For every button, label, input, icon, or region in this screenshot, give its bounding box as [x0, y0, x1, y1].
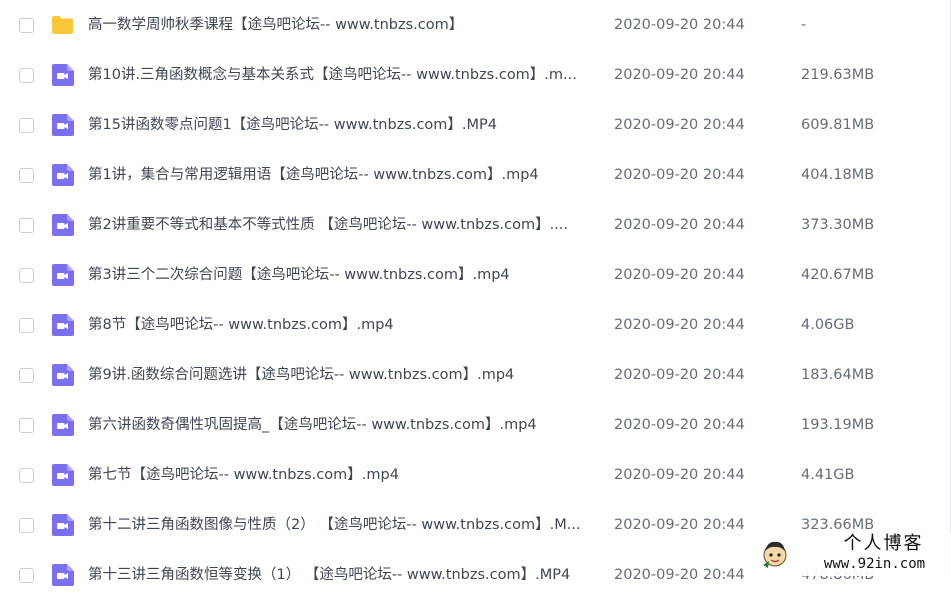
row-checkbox[interactable]	[19, 218, 34, 233]
file-name[interactable]: 第六讲函数奇偶性巩固提高_【途鸟吧论坛-- www.tnbzs.com】.mp4	[88, 415, 593, 435]
cartoon-face-icon	[763, 541, 787, 568]
file-name[interactable]: 第七节【途鸟吧论坛-- www.tnbzs.com】.mp4	[88, 465, 593, 485]
file-row[interactable]: 第2讲重要不等式和基本不等式性质 【途鸟吧论坛-- www.tnbzs.com】…	[0, 200, 951, 250]
file-row[interactable]: 第15讲函数零点问题1【途鸟吧论坛-- www.tnbzs.com】.MP4 2…	[0, 100, 951, 150]
video-file-icon	[52, 414, 74, 436]
file-size: 404.18MB	[801, 167, 875, 183]
file-date: 2020-09-20 20:44	[614, 517, 745, 533]
file-date: 2020-09-20 20:44	[614, 67, 745, 83]
file-row[interactable]: 第1讲，集合与常用逻辑用语【途鸟吧论坛-- www.tnbzs.com】.mp4…	[0, 150, 951, 200]
file-size: 219.63MB	[801, 67, 875, 83]
video-file-icon	[52, 464, 74, 486]
file-row[interactable]: 第六讲函数奇偶性巩固提高_【途鸟吧论坛-- www.tnbzs.com】.mp4…	[0, 400, 951, 450]
watermark-title: 个人博客	[843, 533, 924, 554]
file-name[interactable]: 第1讲，集合与常用逻辑用语【途鸟吧论坛-- www.tnbzs.com】.mp4	[88, 165, 593, 185]
row-checkbox[interactable]	[19, 368, 34, 383]
file-name[interactable]: 第10讲.三角函数概念与基本关系式【途鸟吧论坛-- www.tnbzs.com】…	[88, 65, 593, 85]
file-size: 4.06GB	[801, 317, 855, 333]
file-row[interactable]: 第3讲三个二次综合问题【途鸟吧论坛-- www.tnbzs.com】.mp4 2…	[0, 250, 951, 300]
file-date: 2020-09-20 20:44	[614, 467, 745, 483]
file-name[interactable]: 第15讲函数零点问题1【途鸟吧论坛-- www.tnbzs.com】.MP4	[88, 115, 593, 135]
video-file-icon	[52, 214, 74, 236]
file-name[interactable]: 第十三讲三角函数恒等变换（1） 【途鸟吧论坛-- www.tnbzs.com】.…	[88, 565, 593, 585]
video-file-icon	[52, 264, 74, 286]
file-size: 420.67MB	[801, 267, 875, 283]
video-file-icon	[52, 314, 74, 336]
row-checkbox[interactable]	[19, 418, 34, 433]
video-file-icon	[52, 564, 74, 586]
video-file-icon	[52, 64, 74, 86]
file-size: 4.41GB	[801, 467, 855, 483]
row-checkbox[interactable]	[19, 518, 34, 533]
file-date: 2020-09-20 20:44	[614, 267, 745, 283]
file-date: 2020-09-20 20:44	[614, 17, 745, 33]
video-file-icon	[52, 164, 74, 186]
file-size: 193.19MB	[801, 417, 875, 433]
file-date: 2020-09-20 20:44	[614, 117, 745, 133]
file-date: 2020-09-20 20:44	[614, 417, 745, 433]
file-size: 323.66MB	[801, 517, 875, 533]
row-checkbox[interactable]	[19, 168, 34, 183]
file-date: 2020-09-20 20:44	[614, 367, 745, 383]
video-file-icon	[52, 514, 74, 536]
row-checkbox[interactable]	[19, 18, 34, 33]
file-name[interactable]: 第9讲.函数综合问题选讲【途鸟吧论坛-- www.tnbzs.com】.mp4	[88, 365, 593, 385]
file-date: 2020-09-20 20:44	[614, 317, 745, 333]
file-name[interactable]: 第十二讲三角函数图像与性质（2） 【途鸟吧论坛-- www.tnbzs.com】…	[88, 515, 593, 535]
file-size: 609.81MB	[801, 117, 875, 133]
file-size: 183.64MB	[801, 367, 875, 383]
file-size: 373.30MB	[801, 217, 875, 233]
row-checkbox[interactable]	[19, 468, 34, 483]
file-size: -	[801, 17, 807, 33]
watermark: 个人博客 www.92in.com	[754, 534, 951, 576]
file-date: 2020-09-20 20:44	[614, 567, 745, 583]
row-checkbox[interactable]	[19, 68, 34, 83]
file-list: 高一数学周帅秋季课程【途鸟吧论坛-- www.tnbzs.com】 2020-0…	[0, 0, 951, 600]
folder-icon	[52, 16, 73, 34]
watermark-url: www.92in.com	[823, 556, 926, 572]
file-date: 2020-09-20 20:44	[614, 167, 745, 183]
row-checkbox[interactable]	[19, 118, 34, 133]
file-name[interactable]: 第3讲三个二次综合问题【途鸟吧论坛-- www.tnbzs.com】.mp4	[88, 265, 593, 285]
file-row[interactable]: 第七节【途鸟吧论坛-- www.tnbzs.com】.mp4 2020-09-2…	[0, 450, 951, 500]
file-row[interactable]: 第9讲.函数综合问题选讲【途鸟吧论坛-- www.tnbzs.com】.mp4 …	[0, 350, 951, 400]
file-row[interactable]: 高一数学周帅秋季课程【途鸟吧论坛-- www.tnbzs.com】 2020-0…	[0, 0, 951, 50]
file-name[interactable]: 高一数学周帅秋季课程【途鸟吧论坛-- www.tnbzs.com】	[88, 15, 593, 35]
video-file-icon	[52, 364, 74, 386]
file-name[interactable]: 第8节【途鸟吧论坛-- www.tnbzs.com】.mp4	[88, 315, 593, 335]
file-date: 2020-09-20 20:44	[614, 217, 745, 233]
row-checkbox[interactable]	[19, 318, 34, 333]
video-file-icon	[52, 114, 74, 136]
file-name[interactable]: 第2讲重要不等式和基本不等式性质 【途鸟吧论坛-- www.tnbzs.com】…	[88, 215, 593, 235]
file-row[interactable]: 第10讲.三角函数概念与基本关系式【途鸟吧论坛-- www.tnbzs.com】…	[0, 50, 951, 100]
file-row[interactable]: 第8节【途鸟吧论坛-- www.tnbzs.com】.mp4 2020-09-2…	[0, 300, 951, 350]
row-checkbox[interactable]	[19, 268, 34, 283]
